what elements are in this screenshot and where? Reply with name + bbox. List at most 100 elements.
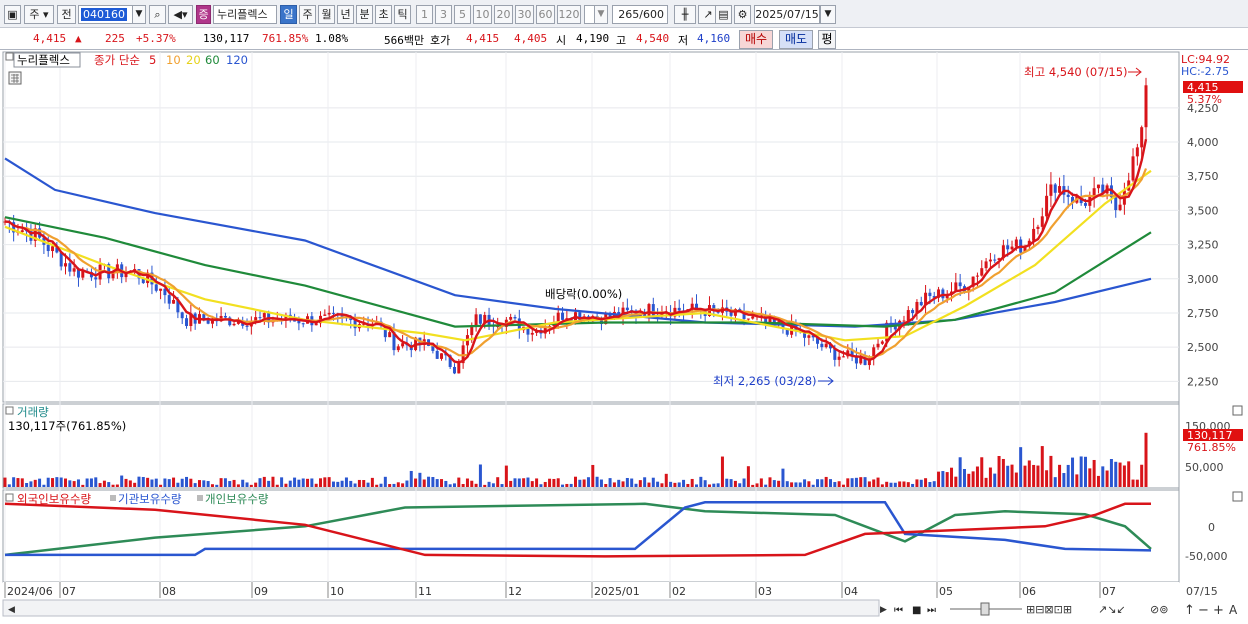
candle-body bbox=[984, 261, 988, 269]
zoom-out-icon[interactable]: − bbox=[1198, 603, 1209, 618]
volume-bar bbox=[673, 482, 677, 487]
stop-icon[interactable]: ■ bbox=[912, 605, 921, 616]
draw-tools-icons[interactable]: ↗↘↙ bbox=[1098, 603, 1126, 616]
volume-bar bbox=[1122, 465, 1126, 487]
volume-bar bbox=[20, 478, 24, 487]
volume-bar bbox=[785, 481, 789, 487]
sell-button[interactable]: 매도 bbox=[779, 30, 813, 49]
interval-10[interactable]: 10 bbox=[473, 5, 492, 24]
candle-body bbox=[902, 320, 906, 322]
zoom-slider-handle[interactable] bbox=[980, 602, 990, 616]
volume-bar bbox=[357, 479, 361, 487]
layout-icons[interactable]: ⊞⊟⊠⊡⊞ bbox=[1026, 603, 1072, 616]
save-icon[interactable]: ▤ bbox=[715, 5, 732, 24]
volume-bar bbox=[284, 483, 288, 487]
volume-bar bbox=[958, 457, 962, 487]
volume-bar bbox=[1032, 464, 1036, 487]
legend-ma-20: 20 bbox=[186, 53, 201, 67]
add-icon[interactable]: + bbox=[1213, 603, 1224, 618]
indicator-badge[interactable]: 증 bbox=[196, 5, 211, 24]
period-year[interactable]: 년 bbox=[337, 5, 354, 24]
volume-bar bbox=[824, 476, 828, 487]
count-total: /600 bbox=[639, 8, 664, 21]
search-icon[interactable]: ⌕ bbox=[149, 5, 166, 24]
volume-bar bbox=[781, 468, 785, 487]
candle-body bbox=[824, 343, 828, 348]
candle-body bbox=[388, 332, 392, 338]
buy-button[interactable]: 매수 bbox=[739, 30, 773, 49]
candle-body bbox=[1045, 195, 1049, 217]
volume-bar bbox=[89, 478, 93, 487]
period-day[interactable]: 일 bbox=[280, 5, 297, 24]
interval-5[interactable]: 5 bbox=[454, 5, 471, 24]
interval-120[interactable]: 120 bbox=[557, 5, 581, 24]
interval-3[interactable]: 3 bbox=[435, 5, 452, 24]
period-month[interactable]: 월 bbox=[318, 5, 335, 24]
interval-dropdown-icon[interactable]: ▼ bbox=[594, 5, 608, 24]
x-tick-label: 07 bbox=[62, 585, 76, 598]
speaker-icon[interactable]: ◀▾ bbox=[168, 5, 193, 24]
candle-body bbox=[258, 317, 262, 319]
fast-forward-icon[interactable]: ⏭ bbox=[927, 605, 936, 616]
interval-20[interactable]: 20 bbox=[494, 5, 513, 24]
prev-button[interactable]: 전 bbox=[57, 5, 76, 24]
volume-bar bbox=[893, 482, 897, 487]
volume-bar bbox=[647, 482, 651, 487]
settings-icons[interactable]: ⊘⊚ bbox=[1150, 603, 1168, 616]
volume-legend-box-icon bbox=[5, 406, 14, 415]
candle-body bbox=[396, 346, 400, 351]
window-menu-icon[interactable]: ▣ bbox=[4, 5, 21, 24]
candle-body bbox=[323, 314, 327, 316]
period-tick[interactable]: 틱 bbox=[394, 5, 411, 24]
chart-area[interactable]: 누리플렉스 종가 단순 5 10 20 60 120 LC:94.92 HC:-… bbox=[0, 50, 1248, 621]
open-price: 4,190 bbox=[576, 32, 610, 45]
rewind-icon[interactable]: ⏮ bbox=[894, 605, 903, 616]
font-size-icon[interactable]: A bbox=[1229, 603, 1238, 617]
eval-button[interactable]: 평 bbox=[818, 30, 836, 49]
code-dropdown-icon[interactable]: ▼ bbox=[132, 5, 146, 24]
candle-body bbox=[327, 312, 331, 315]
candle-type-icon[interactable]: ╫ bbox=[674, 5, 696, 24]
gear-icon[interactable]: ⚙ bbox=[734, 5, 751, 24]
scroll-right-icon[interactable]: ▶ bbox=[880, 605, 887, 615]
market-select[interactable]: 주 ▾ bbox=[24, 5, 54, 24]
volume-bar bbox=[64, 478, 68, 487]
volume-bar bbox=[1053, 477, 1057, 487]
price-tick-label: 3,000 bbox=[1187, 273, 1219, 286]
interval-30[interactable]: 30 bbox=[515, 5, 534, 24]
volume-title: 거래량 bbox=[17, 405, 49, 419]
horizontal-scrollbar[interactable] bbox=[2, 599, 880, 617]
date-input[interactable]: 2025/07/15 bbox=[754, 5, 820, 24]
volume-bar bbox=[517, 478, 521, 487]
scroll-left-icon[interactable]: ◀ bbox=[8, 605, 15, 615]
volume-bar bbox=[98, 483, 102, 487]
interval-60[interactable]: 60 bbox=[536, 5, 555, 24]
volume-bar bbox=[487, 481, 491, 487]
volume-bar bbox=[850, 478, 854, 487]
interval-1[interactable]: 1 bbox=[416, 5, 433, 24]
volume-bar bbox=[197, 480, 201, 487]
high-annotation: 최고 4,540 (07/15) bbox=[1024, 65, 1128, 79]
candle-body bbox=[647, 304, 651, 317]
volume-bar bbox=[833, 482, 837, 487]
period-week[interactable]: 주 bbox=[299, 5, 316, 24]
date-dropdown-icon[interactable]: ▼ bbox=[820, 5, 836, 24]
volume-bar bbox=[327, 477, 331, 487]
volume-bar bbox=[470, 480, 474, 487]
volume-bar bbox=[962, 468, 966, 487]
stock-chart[interactable]: 누리플렉스 종가 단순 5 10 20 60 120 LC:94.92 HC:-… bbox=[0, 50, 1248, 621]
volume-bar bbox=[980, 457, 984, 487]
volume-bar bbox=[288, 480, 292, 487]
volume-bar bbox=[452, 483, 456, 487]
candle-body bbox=[245, 325, 249, 327]
count-input[interactable]: 265/600 bbox=[612, 5, 668, 24]
volume-bar bbox=[107, 482, 111, 487]
period-second[interactable]: 초 bbox=[375, 5, 392, 24]
volume-panel-close-icon[interactable] bbox=[1232, 405, 1243, 416]
high-label: 고 bbox=[616, 34, 627, 47]
candle-body bbox=[331, 312, 335, 314]
holdings-panel-close-icon[interactable] bbox=[1232, 491, 1243, 502]
volume-bar bbox=[790, 482, 794, 487]
zoom-in-icon[interactable]: ↑ bbox=[1184, 603, 1195, 618]
period-minute[interactable]: 분 bbox=[356, 5, 373, 24]
